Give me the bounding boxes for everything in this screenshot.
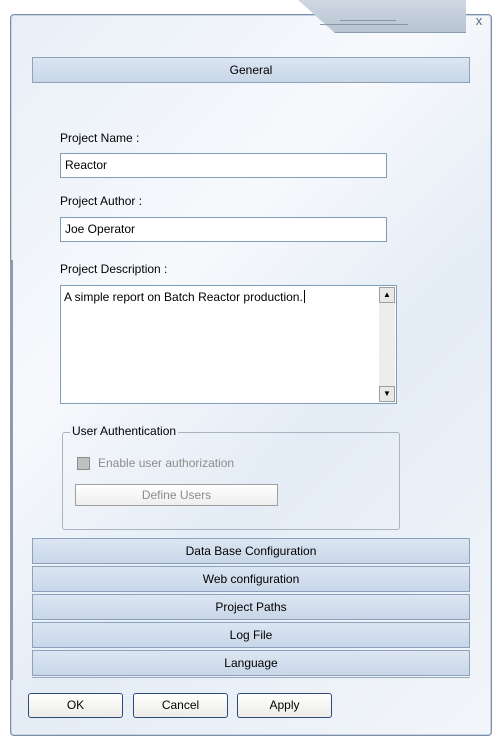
project-author-field[interactable]: Joe Operator xyxy=(60,217,387,242)
section-log-file[interactable]: Log File xyxy=(32,622,470,648)
section-general-header[interactable]: General xyxy=(32,57,470,83)
enable-user-authorization-checkbox[interactable] xyxy=(77,457,90,470)
project-description-text: A simple report on Batch Reactor product… xyxy=(64,289,305,305)
project-description-textarea[interactable]: A simple report on Batch Reactor product… xyxy=(60,285,397,404)
close-icon[interactable]: x xyxy=(470,12,488,30)
section-language[interactable]: Language xyxy=(32,650,470,676)
user-authentication-title: User Authentication xyxy=(70,424,179,438)
define-users-button[interactable]: Define Users xyxy=(75,484,278,506)
user-authentication-group xyxy=(62,432,400,530)
section-web-configuration[interactable]: Web configuration xyxy=(32,566,470,592)
window-side-strip xyxy=(10,260,13,680)
project-description-value: A simple report on Batch Reactor product… xyxy=(64,290,303,304)
description-scrollbar[interactable]: ▲ ▼ xyxy=(379,287,395,402)
section-database-configuration[interactable]: Data Base Configuration xyxy=(32,538,470,564)
ok-button[interactable]: OK xyxy=(28,693,123,718)
section-divider xyxy=(32,677,470,678)
apply-button[interactable]: Apply xyxy=(237,693,332,718)
cancel-button[interactable]: Cancel xyxy=(133,693,228,718)
project-author-label: Project Author : xyxy=(60,194,143,208)
scroll-up-arrow-icon[interactable]: ▲ xyxy=(379,287,395,303)
section-project-paths[interactable]: Project Paths xyxy=(32,594,470,620)
tab-line xyxy=(340,20,396,21)
text-caret xyxy=(303,290,305,303)
project-description-label: Project Description : xyxy=(60,262,168,276)
enable-user-authorization-label: Enable user authorization xyxy=(98,456,235,470)
tab-line xyxy=(320,24,408,25)
project-name-field[interactable]: Reactor xyxy=(60,153,387,178)
scroll-down-arrow-icon[interactable]: ▼ xyxy=(379,386,395,402)
project-name-label: Project Name : xyxy=(60,131,140,145)
